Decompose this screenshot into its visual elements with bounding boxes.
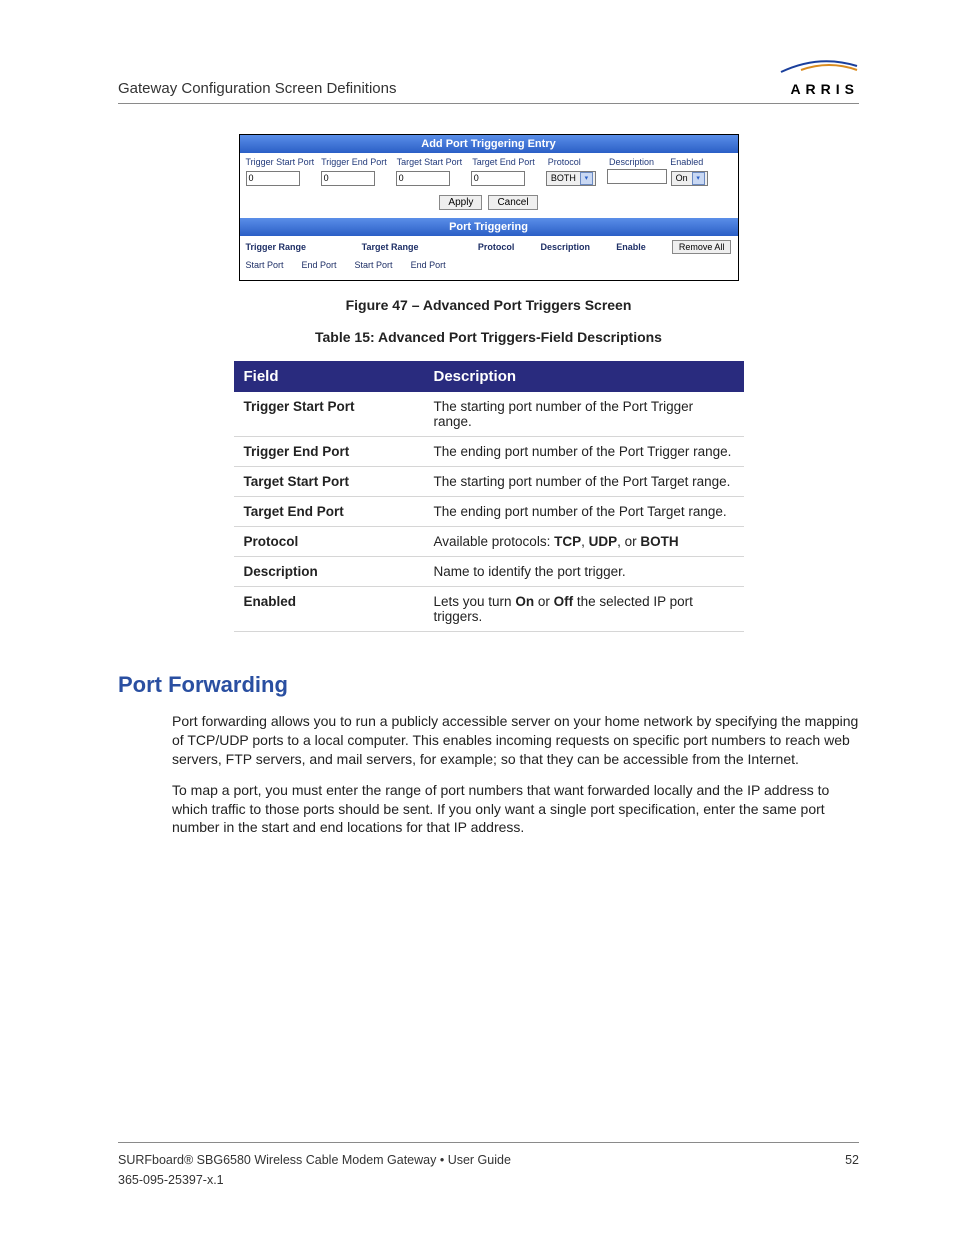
target-start-input[interactable]: 0 [396, 171, 450, 186]
field-desc: The starting port number of the Port Tri… [424, 392, 744, 437]
footer-product: SURFboard® SBG6580 Wireless Cable Modem … [118, 1153, 511, 1167]
footer-page-number: 52 [845, 1153, 859, 1167]
sub-start-port-2: Start Port [355, 260, 393, 270]
arris-logo: ARRIS [779, 60, 859, 97]
header-trigger-start: Trigger Start Port [246, 157, 322, 167]
figure-caption: Figure 47 – Advanced Port Triggers Scree… [118, 297, 859, 313]
enabled-select[interactable]: On ▾ [671, 171, 708, 186]
table-row: Target Start Port The starting port numb… [234, 467, 744, 497]
arris-swoosh-icon [779, 60, 859, 74]
footer-docnum: 365-095-25397-x.1 [118, 1173, 859, 1187]
protocol-select[interactable]: BOTH ▾ [546, 171, 596, 186]
remove-all-button[interactable]: Remove All [672, 240, 732, 254]
section-heading: Port Forwarding [118, 672, 859, 698]
table-row: Protocol Available protocols: TCP, UDP, … [234, 527, 744, 557]
sub-start-port-1: Start Port [246, 260, 284, 270]
enabled-value: On [676, 173, 688, 183]
port-trigger-screenshot: Add Port Triggering Entry Trigger Start … [239, 134, 739, 281]
header-description: Description [609, 157, 670, 167]
port-triggering-bar: Port Triggering [240, 218, 738, 236]
field-name: Target End Port [234, 497, 424, 527]
port-trigger-subrow: Start Port End Port Start Port End Port [240, 258, 738, 280]
trigger-start-input[interactable]: 0 [246, 171, 300, 186]
field-name: Trigger Start Port [234, 392, 424, 437]
doc-footer: SURFboard® SBG6580 Wireless Cable Modem … [118, 1142, 859, 1187]
doc-header-title: Gateway Configuration Screen Definitions [118, 80, 396, 97]
sub-target-range: Target Range [362, 242, 452, 252]
table-row: Enabled Lets you turn On or Off the sele… [234, 587, 744, 632]
header-target-start: Target Start Port [397, 157, 473, 167]
apply-button[interactable]: Apply [439, 195, 482, 210]
header-protocol: Protocol [548, 157, 609, 167]
sub-protocol: Protocol [478, 242, 515, 252]
header-trigger-end: Trigger End Port [321, 157, 397, 167]
sub-enable: Enable [616, 242, 646, 252]
arris-logo-text: ARRIS [779, 81, 859, 97]
field-name: Target Start Port [234, 467, 424, 497]
field-name: Enabled [234, 587, 424, 632]
field-desc: The ending port number of the Port Trigg… [424, 437, 744, 467]
trigger-end-input[interactable]: 0 [321, 171, 375, 186]
add-entry-bar: Add Port Triggering Entry [240, 135, 738, 153]
protocol-value: BOTH [551, 173, 576, 183]
sub-trigger-range: Trigger Range [246, 242, 336, 252]
field-desc: Name to identify the port trigger. [424, 557, 744, 587]
port-trigger-subheaders: Trigger Range Target Range Protocol Desc… [240, 236, 738, 258]
th-field: Field [234, 361, 424, 392]
table-row: Trigger Start Port The starting port num… [234, 392, 744, 437]
sub-description: Description [541, 242, 591, 252]
description-input[interactable] [607, 169, 667, 184]
table-row: Trigger End Port The ending port number … [234, 437, 744, 467]
field-desc: Lets you turn On or Off the selected IP … [424, 587, 744, 632]
cancel-button[interactable]: Cancel [488, 195, 537, 210]
sub-end-port-1: End Port [302, 260, 337, 270]
add-entry-headers: Trigger Start Port Trigger End Port Targ… [240, 153, 738, 169]
th-description: Description [424, 361, 744, 392]
field-description-table: Field Description Trigger Start Port The… [234, 361, 744, 632]
chevron-down-icon: ▾ [692, 172, 705, 185]
field-desc: The ending port number of the Port Targe… [424, 497, 744, 527]
field-name: Description [234, 557, 424, 587]
field-name: Protocol [234, 527, 424, 557]
field-desc: The starting port number of the Port Tar… [424, 467, 744, 497]
header-target-end: Target End Port [472, 157, 548, 167]
body-paragraph: Port forwarding allows you to run a publ… [172, 712, 859, 769]
add-entry-inputs: 0 0 0 0 BOTH ▾ On ▾ [240, 169, 738, 195]
table-row: Description Name to identify the port tr… [234, 557, 744, 587]
field-name: Trigger End Port [234, 437, 424, 467]
header-enabled: Enabled [670, 157, 731, 167]
table-caption: Table 15: Advanced Port Triggers-Field D… [118, 329, 859, 345]
body-paragraph: To map a port, you must enter the range … [172, 781, 859, 838]
table-row: Target End Port The ending port number o… [234, 497, 744, 527]
sub-end-port-2: End Port [411, 260, 446, 270]
field-desc: Available protocols: TCP, UDP, or BOTH [424, 527, 744, 557]
doc-header: Gateway Configuration Screen Definitions… [118, 60, 859, 104]
target-end-input[interactable]: 0 [471, 171, 525, 186]
chevron-down-icon: ▾ [580, 172, 593, 185]
